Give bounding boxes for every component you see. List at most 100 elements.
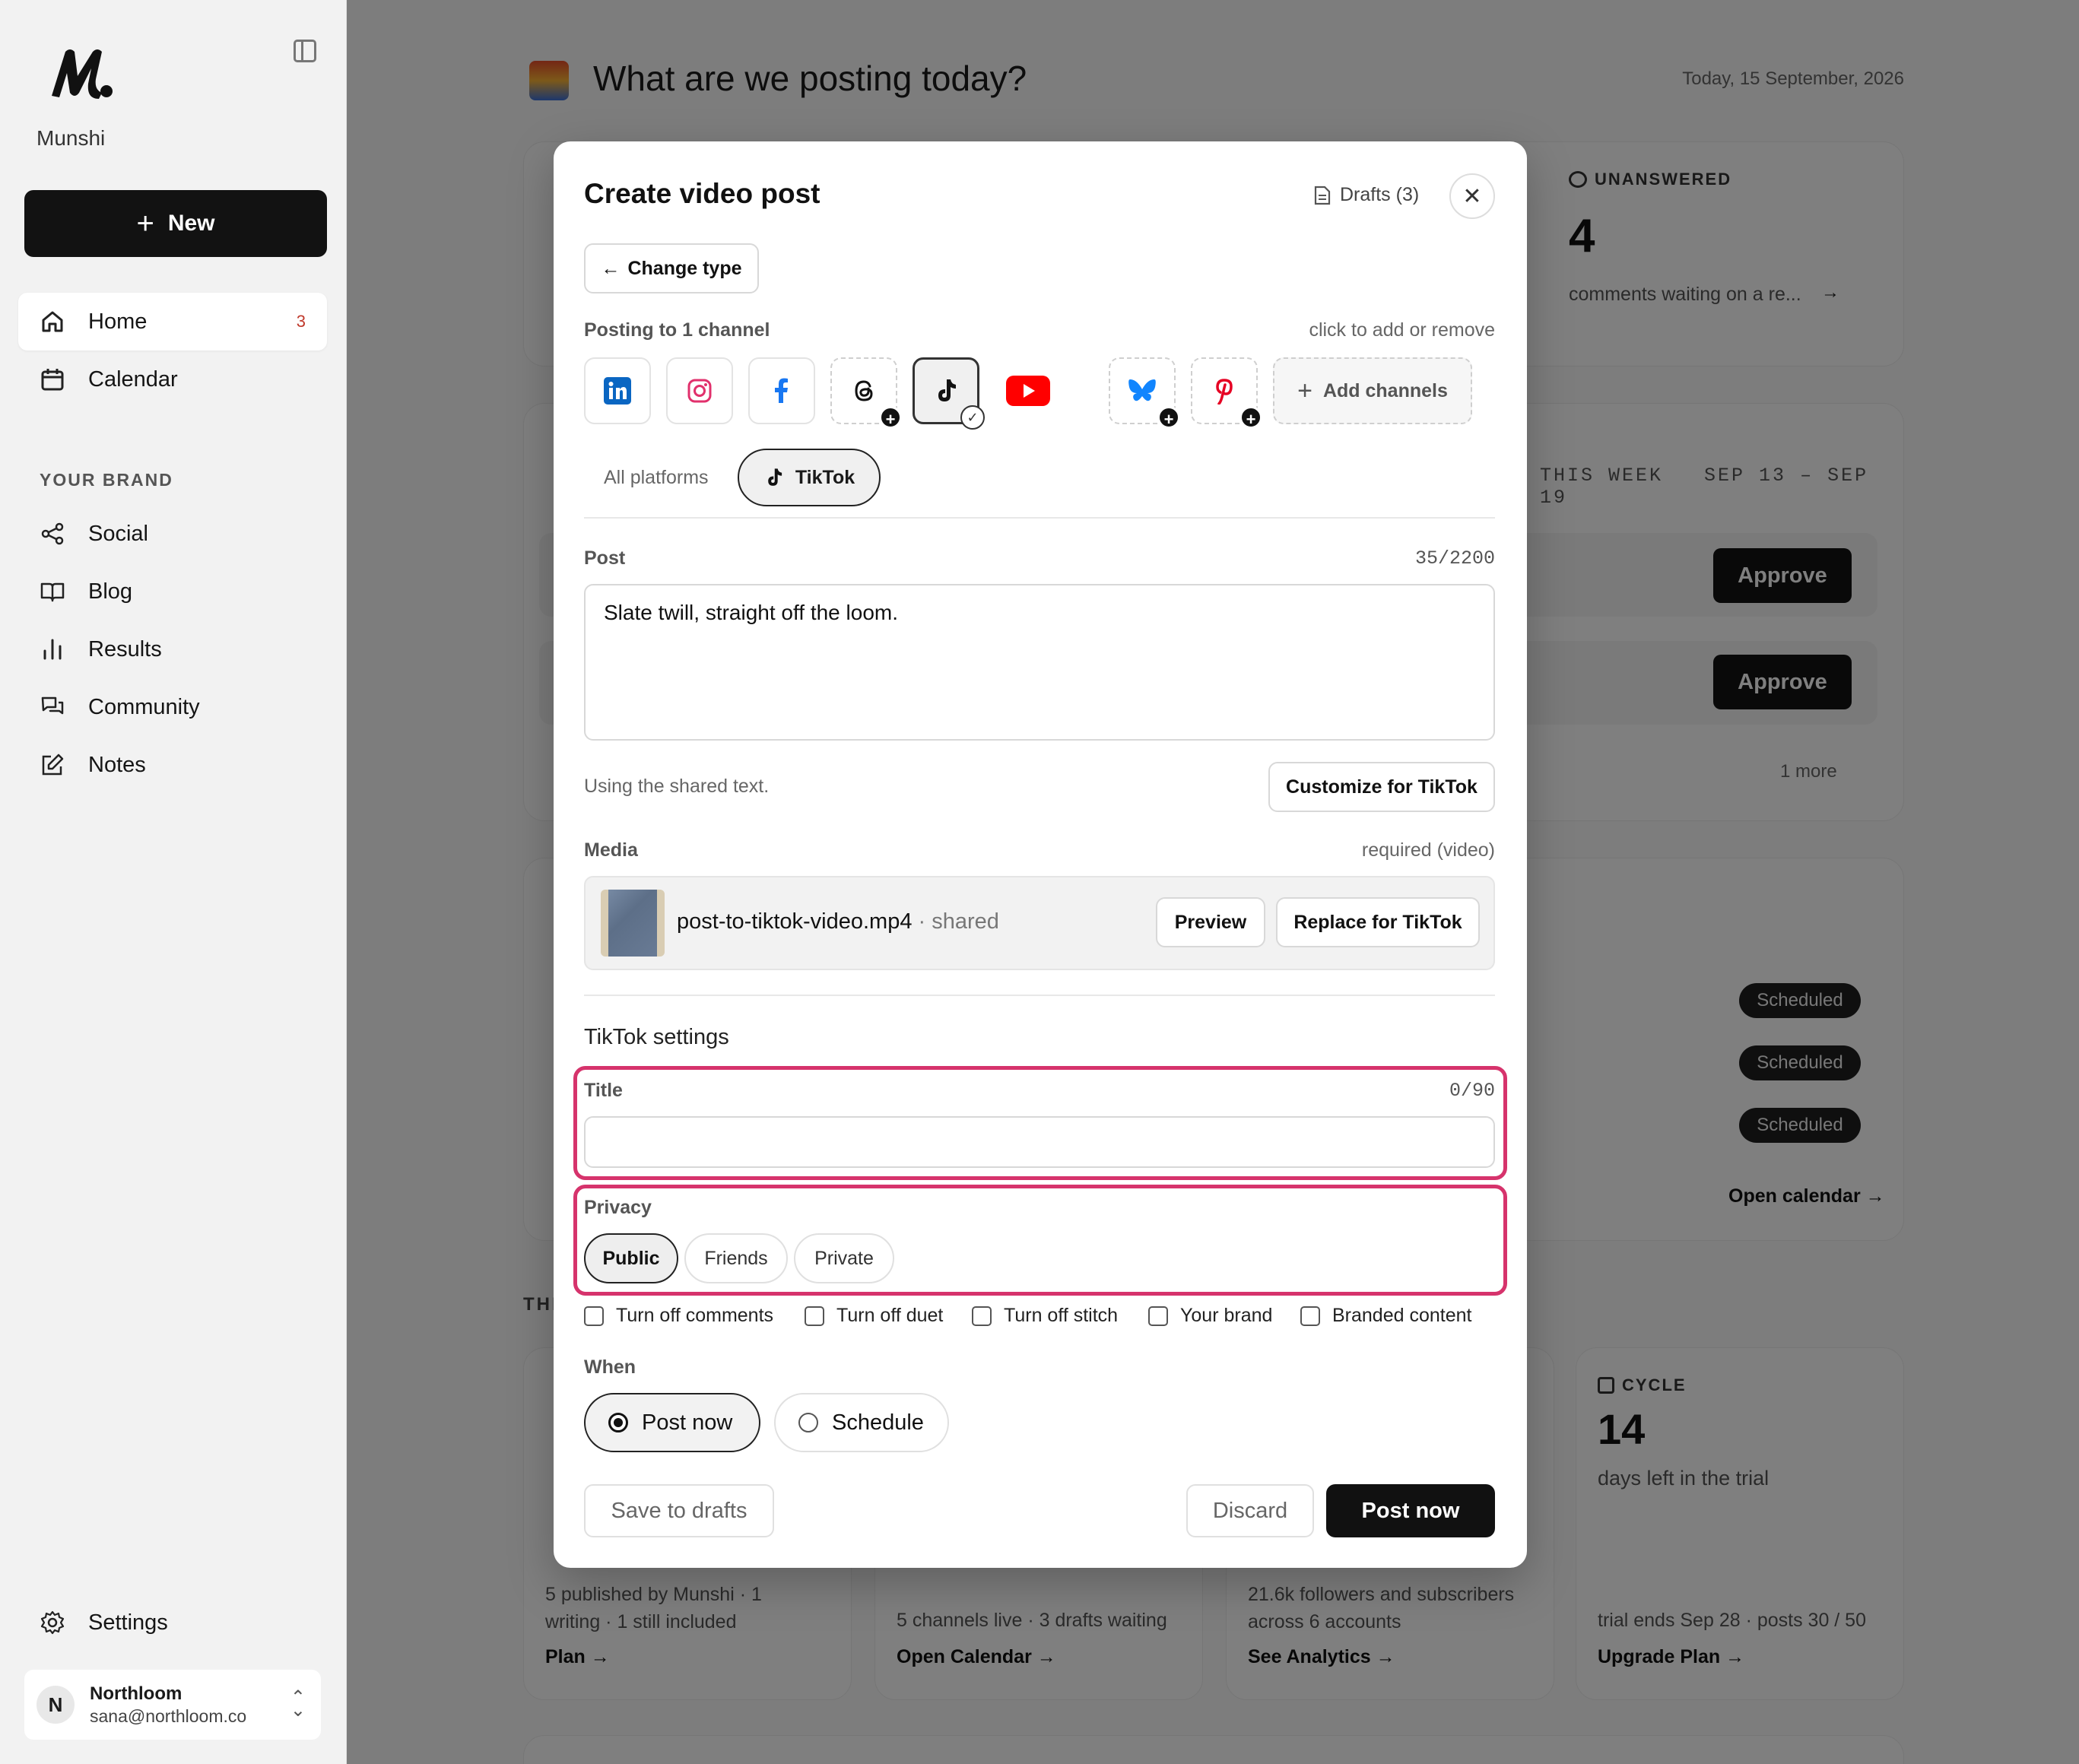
avatar: N bbox=[37, 1686, 75, 1724]
channel-hint: click to add or remove bbox=[1309, 319, 1495, 341]
checkbox-your-brand[interactable]: Your brand bbox=[1148, 1305, 1272, 1327]
close-button[interactable]: ✕ bbox=[1449, 173, 1495, 219]
checkbox-box[interactable] bbox=[1148, 1306, 1168, 1326]
divider bbox=[584, 517, 1495, 519]
channel-pinterest[interactable]: + bbox=[1191, 357, 1262, 429]
nav-item-notes[interactable]: Notes bbox=[18, 736, 327, 794]
nav-label: Community bbox=[88, 694, 200, 719]
tab-all-platforms[interactable]: All platforms bbox=[604, 467, 709, 489]
radio-label: Post now bbox=[642, 1410, 733, 1435]
customize-tiktok-button[interactable]: Customize for TikTok bbox=[1268, 762, 1495, 812]
tab-tiktok[interactable]: TikTok bbox=[738, 449, 881, 506]
when-schedule[interactable]: Schedule bbox=[774, 1393, 949, 1452]
checkbox-branded-content[interactable]: Branded content bbox=[1300, 1305, 1471, 1327]
chat-icon bbox=[40, 694, 65, 720]
close-icon: ✕ bbox=[1462, 183, 1482, 209]
youtube-icon bbox=[1006, 376, 1050, 406]
tab-tiktok-label: TikTok bbox=[795, 466, 855, 488]
privacy-public[interactable]: Public bbox=[584, 1233, 678, 1283]
checkbox-turn-off-stitch[interactable]: Turn off stitch bbox=[972, 1305, 1118, 1327]
share-icon bbox=[40, 521, 65, 547]
checkbox-label: Turn off duet bbox=[836, 1305, 944, 1326]
checkbox-box[interactable] bbox=[972, 1306, 992, 1326]
tiktok-settings-title: TikTok settings bbox=[584, 1025, 729, 1049]
nav-item-home[interactable]: Home 3 bbox=[18, 293, 327, 351]
collapse-sidebar-icon[interactable] bbox=[294, 40, 316, 62]
checkbox-turn-off-comments[interactable]: Turn off comments bbox=[584, 1305, 773, 1327]
change-type-button[interactable]: ← Change type bbox=[584, 243, 759, 293]
sidebar: Munshi + New Home 3 Calendar YOUR BRAND … bbox=[0, 0, 347, 1764]
drafts-button[interactable]: Drafts (3) bbox=[1314, 184, 1419, 206]
preview-button[interactable]: Preview bbox=[1156, 897, 1265, 947]
checkbox-label: Turn off comments bbox=[616, 1305, 774, 1326]
video-thumbnail bbox=[601, 890, 665, 957]
media-required: required (video) bbox=[1361, 839, 1495, 861]
nav-item-social[interactable]: Social bbox=[18, 505, 327, 563]
post-textarea[interactable]: Slate twill, straight off the loom. bbox=[584, 584, 1495, 741]
nav-label: Settings bbox=[88, 1610, 168, 1635]
when-post-now[interactable]: Post now bbox=[584, 1393, 760, 1452]
media-file-name: post-to-tiktok-video.mp4 bbox=[677, 909, 913, 934]
drafts-label: Drafts (3) bbox=[1340, 184, 1420, 205]
channel-tiktok[interactable]: ✓ bbox=[913, 357, 985, 430]
account-email: sana@northloom.co bbox=[90, 1705, 247, 1726]
posting-to-label: Posting to 1 channel bbox=[584, 319, 770, 341]
nav-item-community[interactable]: Community bbox=[18, 678, 327, 736]
checkbox-label: Branded content bbox=[1332, 1305, 1472, 1326]
new-button[interactable]: + New bbox=[24, 190, 327, 257]
post-now-button[interactable]: Post now bbox=[1326, 1484, 1495, 1537]
media-shared-tag: · shared bbox=[912, 909, 999, 934]
plus-icon: + bbox=[136, 207, 154, 240]
checkbox-box[interactable] bbox=[1300, 1306, 1320, 1326]
post-label: Post bbox=[584, 547, 626, 569]
bluesky-icon bbox=[1128, 379, 1156, 401]
media-item: post-to-tiktok-video.mp4 · shared Previe… bbox=[584, 876, 1495, 970]
pinterest-icon bbox=[1216, 379, 1233, 405]
nav-label: Notes bbox=[88, 752, 146, 777]
plus-icon: + bbox=[1297, 376, 1312, 405]
title-char-count: 0/90 bbox=[1449, 1080, 1495, 1102]
nav-label: Social bbox=[88, 521, 148, 546]
privacy-friends[interactable]: Friends bbox=[684, 1233, 788, 1283]
replace-tiktok-button[interactable]: Replace for TikTok bbox=[1276, 897, 1480, 947]
title-input[interactable] bbox=[584, 1116, 1495, 1168]
privacy-private[interactable]: Private bbox=[794, 1233, 894, 1283]
threads-icon bbox=[855, 380, 873, 401]
add-channels-button[interactable]: + Add channels bbox=[1273, 357, 1472, 424]
channel-facebook[interactable] bbox=[748, 357, 815, 424]
add-channels-label: Add channels bbox=[1322, 379, 1448, 401]
media-label: Media bbox=[584, 839, 638, 861]
chevron-up-down-icon: ⌃ ⌄ bbox=[290, 1687, 306, 1721]
nav-item-settings[interactable]: Settings bbox=[18, 1594, 327, 1651]
checkbox-box[interactable] bbox=[584, 1306, 604, 1326]
checkbox-label: Turn off stitch bbox=[1004, 1305, 1119, 1326]
discard-button[interactable]: Discard bbox=[1186, 1484, 1314, 1537]
calendar-icon bbox=[40, 366, 65, 392]
nav-label: Blog bbox=[88, 579, 133, 604]
checkbox-box[interactable] bbox=[805, 1306, 824, 1326]
nav-item-blog[interactable]: Blog bbox=[18, 563, 327, 620]
channel-instagram[interactable] bbox=[666, 357, 733, 424]
add-channel-icon: + bbox=[879, 406, 902, 429]
document-icon bbox=[1314, 186, 1331, 205]
munshi-logo bbox=[52, 49, 113, 99]
gear-icon bbox=[40, 1610, 65, 1636]
save-drafts-button[interactable]: Save to drafts bbox=[584, 1484, 774, 1537]
nav-label: Home bbox=[88, 309, 148, 334]
privacy-label: Privacy bbox=[584, 1197, 652, 1218]
channel-bluesky[interactable]: + bbox=[1109, 357, 1180, 429]
channel-threads[interactable]: + bbox=[830, 357, 902, 429]
new-button-label: New bbox=[167, 211, 215, 236]
home-badge: 3 bbox=[296, 312, 306, 331]
shared-text-note: Using the shared text. bbox=[584, 776, 770, 797]
nav-item-results[interactable]: Results bbox=[18, 620, 327, 678]
edit-note-icon bbox=[40, 752, 65, 778]
checkbox-turn-off-duet[interactable]: Turn off duet bbox=[805, 1305, 943, 1327]
nav-item-calendar[interactable]: Calendar bbox=[18, 351, 327, 408]
divider bbox=[584, 995, 1495, 996]
tiktok-icon bbox=[938, 379, 956, 401]
channel-linkedin[interactable] bbox=[584, 357, 651, 424]
channel-youtube[interactable] bbox=[995, 357, 1062, 424]
title-label: Title bbox=[584, 1080, 623, 1101]
account-switcher[interactable]: N Northloom sana@northloom.co ⌃ ⌄ bbox=[24, 1670, 321, 1740]
